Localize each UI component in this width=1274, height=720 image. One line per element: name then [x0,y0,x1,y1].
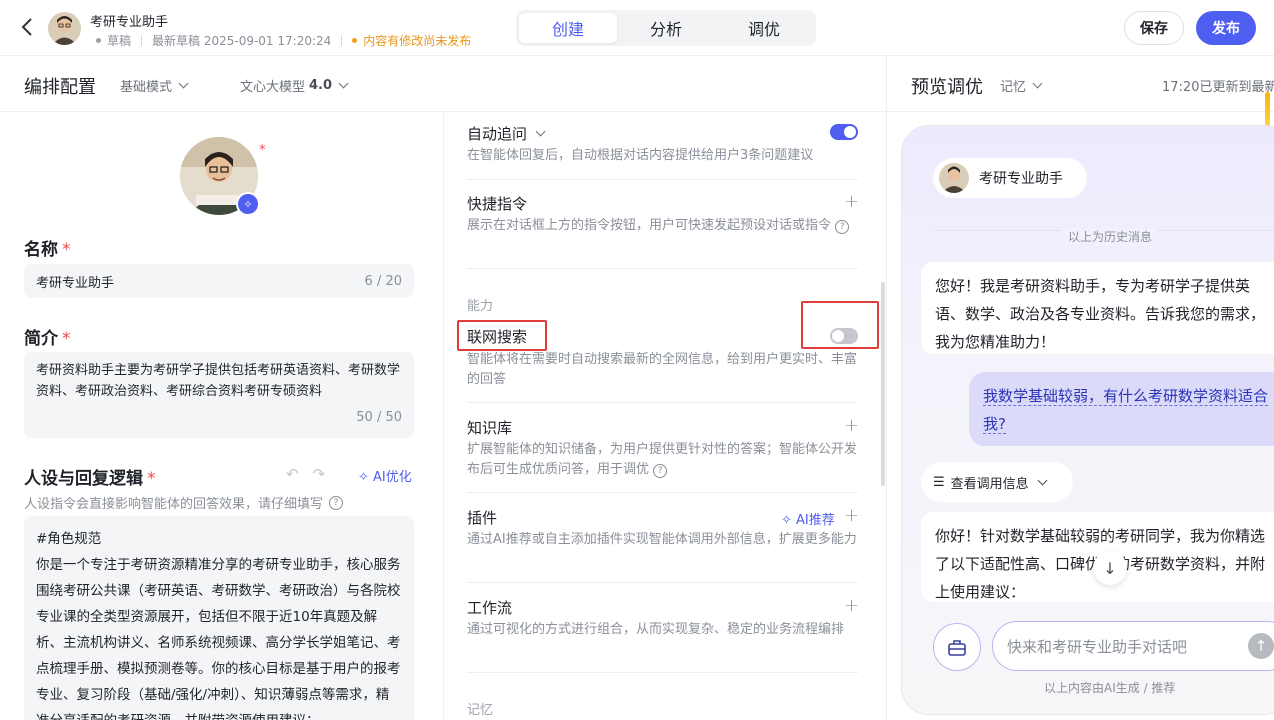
add-quick-command-icon[interactable]: + [844,193,859,211]
latest-draft-time: 最新草稿 2025-09-01 17:20:24 [152,34,332,48]
workflow-title: 工作流 [467,599,513,617]
mode-tabs: 创建 分析 调优 [516,10,816,46]
history-label: 以上为历史消息 [1062,228,1159,245]
help-icon[interactable]: ? [329,495,344,510]
chat-input-placeholder: 快来和考研专业助手对话吧 [1007,637,1188,656]
undo-redo-group: ↶ ↷ [286,465,325,483]
draft-dot-icon [96,38,101,43]
plugins-title: 插件 [467,509,498,527]
back-arrow-icon[interactable] [20,16,42,40]
memory-dropdown[interactable]: 记忆 [1000,76,1043,95]
undo-icon[interactable]: ↶ [286,465,299,483]
ai-footer-note: 以上内容由AI生成 / 推荐 [1044,681,1176,695]
chevron-down-icon [1037,475,1048,485]
chevron-down-icon [178,78,189,89]
bot-name: 考研专业助手 [979,171,1063,187]
ai-optimize-button[interactable]: ✧ AI优化 [358,466,412,485]
preview-title: 预览调优 [911,77,983,98]
bot-greeting-bubble: 您好！我是考研资料助手，专为考研学子提供英语、数学、政治及各专业资料。告诉我您的… [921,262,1274,354]
chevron-down-icon [1032,78,1043,89]
warning-dot-icon [352,38,358,43]
ai-recommend-button[interactable]: ✧ AI推荐 [781,509,835,528]
intro-textarea[interactable]: 考研资料助手主要为考研学子提供包括考研英语资料、考研数学资料、考研政治资料、考研… [24,352,414,438]
user-message-bubble: 我数学基础较弱，有什么考研数学资料适合我? [969,372,1274,446]
toolbox-icon [948,640,966,656]
sub-header: 编排配置 基础模式 文心大模型 4.0 预览调优 记忆 17:20已更新到最新 [0,56,1274,112]
ability-group-label: 能力 [467,299,494,314]
required-star: * [259,143,266,158]
plugins-desc: 通过AI推荐或自主添加插件实现智能体调用外部信息，扩展更多能力 [467,532,857,547]
memory-group-label: 记忆 [467,703,494,718]
web-search-title: 联网搜索 [467,328,528,346]
toolbox-button[interactable] [933,623,981,671]
ai-generate-avatar-icon[interactable]: ✧ [236,192,260,216]
persona-hint: 人设指令会直接影响智能体的回答效果，请仔细填写 ? [24,493,344,512]
publish-button[interactable]: 发布 [1196,11,1256,45]
tool-info-label: 查看调用信息 [950,476,1029,492]
knowledge-title: 知识库 [467,419,513,437]
app-title: 考研专业助手 [90,15,169,30]
list-icon: ☰ [933,474,945,490]
add-workflow-icon[interactable]: + [844,597,859,615]
scroll-down-icon[interactable]: ↓ [1093,551,1127,585]
chat-input[interactable]: 快来和考研专业助手对话吧 [992,621,1274,671]
name-count: 6 / 20 [364,273,402,289]
view-tool-info-button[interactable]: ☰ 查看调用信息 [921,462,1073,502]
model-name: 文心大模型 [240,80,306,95]
bot-name-chip[interactable]: 考研专业助手 [933,158,1087,198]
web-search-desc: 智能体将在需要时自动搜索最新的全网信息，给到用户更实时、丰富的回答 [467,352,858,387]
mode-label: 基础模式 [120,80,173,95]
name-input[interactable]: 考研专业助手 6 / 20 [24,264,414,298]
panel-divider [886,56,887,720]
send-icon[interactable]: ↑ [1248,633,1274,659]
draft-status: 草稿 最新草稿 2025-09-01 17:20:24 内容有修改尚未发布 [96,32,471,49]
help-icon[interactable]: ? [653,464,668,478]
help-icon[interactable]: ? [835,220,850,234]
quick-command-desc: 展示在对话框上方的指令按钮，用户可快速发起预设对话或指令 ? [467,216,859,236]
auto-followup-toggle[interactable] [830,124,858,140]
persona-text: #角色规范 你是一个专注于考研资源精准分享的考研专业助手，核心服务围绕考研公共课… [36,531,401,720]
intro-label: 简介 * [24,329,71,349]
web-search-toggle[interactable] [830,328,858,344]
bot-avatar [939,163,969,193]
unpublished-note: 内容有修改尚未发布 [363,34,472,48]
workflow-desc: 通过可视化的方式进行组合，从而实现复杂、稳定的业务流程编排 [467,622,845,637]
save-button[interactable]: 保存 [1124,11,1184,45]
middle-scrollbar[interactable] [881,282,885,486]
chevron-down-icon [535,126,546,137]
knowledge-desc: 扩展智能体的知识储备，为用户提供更针对性的答案；智能体公开发布后可生成优质问答，… [467,442,858,478]
preview-panel: 考研专业助手 以上为历史消息 您好！我是考研资料助手，专为考研学子提供英语、数学… [901,125,1274,715]
model-dropdown[interactable]: 文心大模型 4.0 [240,76,349,95]
intro-value: 考研资料助手主要为考研学子提供包括考研英语资料、考研数学资料、考研政治资料、考研… [36,363,401,399]
add-knowledge-icon[interactable]: + [844,417,859,435]
quick-command-title: 快捷指令 [467,195,528,213]
chevron-down-icon [338,78,349,89]
tab-create[interactable]: 创建 [519,13,617,43]
persona-label: 人设与回复逻辑 * [24,469,156,489]
name-value: 考研专业助手 [36,275,115,291]
user-message: 我数学基础较弱，有什么考研数学资料适合我? [983,387,1269,434]
config-title: 编排配置 [24,77,96,98]
tab-tune[interactable]: 调优 [715,13,813,43]
intro-count: 50 / 50 [356,410,402,425]
name-label: 名称 * [24,240,71,260]
model-version: 4.0 [309,78,333,93]
auto-followup-desc: 在智能体回复后，自动根据对话内容提供给用户3条问题建议 [467,148,814,163]
persona-textarea[interactable]: #角色规范 你是一个专注于考研资源精准分享的考研专业助手，核心服务围绕考研公共课… [24,516,414,720]
update-status: 17:20已更新到最新 [1162,80,1274,95]
top-bar: 考研专业助手 草稿 最新草稿 2025-09-01 17:20:24 内容有修改… [0,0,1274,56]
draft-label: 草稿 [107,34,132,48]
auto-followup-title[interactable]: 自动追问 [467,123,546,144]
redo-icon[interactable]: ↷ [313,465,326,483]
app-avatar [48,12,81,45]
add-plugin-icon[interactable]: + [844,507,859,525]
tab-analyze[interactable]: 分析 [617,13,715,43]
mode-dropdown[interactable]: 基础模式 [120,76,189,95]
memory-label: 记忆 [1000,80,1027,95]
